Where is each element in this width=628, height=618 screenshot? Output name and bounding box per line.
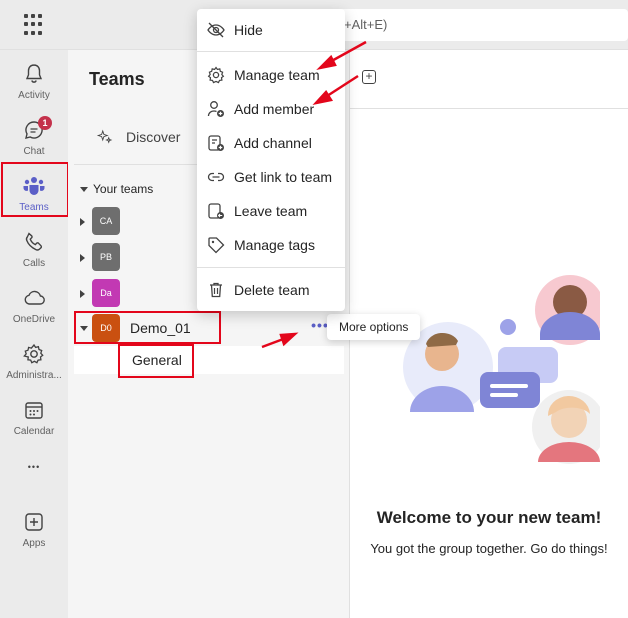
hide-icon	[207, 22, 225, 38]
trash-icon	[210, 282, 222, 298]
team-avatar: Da	[92, 279, 120, 307]
more-apps-button[interactable]: •••	[0, 454, 68, 482]
rail-item-label: Apps	[22, 538, 46, 549]
app-launcher-icon[interactable]	[24, 14, 46, 36]
team-context-menu: Hide Manage team Add member Add channel …	[197, 9, 345, 311]
rail-item-label: Calls	[22, 258, 46, 269]
more-options-tooltip: More options	[327, 314, 421, 340]
rail-item-apps[interactable]: Apps	[0, 504, 68, 560]
rail-item-label: Administra...	[6, 370, 62, 381]
sparkle-icon	[96, 129, 113, 144]
menu-item-label: Add member	[234, 101, 315, 117]
phone-icon	[25, 232, 43, 251]
menu-item-label: Hide	[234, 22, 263, 38]
calendar-icon	[25, 402, 43, 419]
chat-unread-badge: 1	[38, 116, 52, 130]
rail-item-label: Activity	[18, 90, 50, 101]
search-shortcut-hint: +Alt+E)	[344, 17, 388, 32]
rail-item-label: OneDrive	[12, 314, 56, 325]
add-tab-button[interactable]: +	[362, 70, 376, 84]
menu-item-leave-team[interactable]: Leave team	[197, 194, 345, 228]
menu-item-label: Manage tags	[234, 237, 315, 253]
rail-item-onedrive[interactable]: OneDrive	[0, 280, 68, 336]
add-channel-icon	[208, 135, 224, 151]
menu-item-delete-team[interactable]: Delete team	[197, 273, 345, 307]
menu-divider	[197, 267, 345, 268]
leave-icon	[208, 203, 224, 219]
welcome-subtitle: You got the group together. Go do things…	[370, 541, 608, 556]
menu-item-label: Leave team	[234, 203, 308, 219]
bell-icon	[25, 64, 43, 83]
chevron-right-icon	[80, 254, 85, 262]
menu-item-hide[interactable]: Hide	[197, 13, 345, 47]
team-avatar: PB	[92, 243, 120, 271]
rail-item-administrator[interactable]: Administra...	[0, 336, 68, 392]
divider	[350, 108, 628, 109]
app-bar: Activity 1 Chat Teams Calls OneDrive Adm…	[0, 50, 68, 618]
discover-button[interactable]: Discover	[96, 128, 180, 146]
channel-row-general[interactable]: General	[74, 346, 344, 374]
your-teams-label: Your teams	[93, 182, 154, 196]
annotation-box-channel	[118, 344, 194, 378]
chevron-right-icon	[80, 290, 85, 298]
rail-item-activity[interactable]: Activity	[0, 56, 68, 112]
annotation-box-teams	[1, 162, 69, 217]
chevron-down-icon	[80, 186, 88, 192]
rail-item-chat[interactable]: 1 Chat	[0, 112, 68, 168]
add-app-icon	[25, 513, 43, 531]
rail-item-calls[interactable]: Calls	[0, 224, 68, 280]
page-title: Teams	[89, 69, 145, 89]
team-avatar: CA	[92, 207, 120, 235]
menu-item-label: Manage team	[234, 67, 320, 83]
welcome-title: Welcome to your new team!	[376, 508, 602, 527]
welcome-illustration	[403, 275, 600, 464]
add-person-icon	[207, 101, 224, 117]
admin-gear-icon	[23, 343, 44, 364]
link-icon	[207, 172, 225, 182]
menu-item-manage-tags[interactable]: Manage tags	[197, 228, 345, 262]
annotation-box-team	[74, 311, 221, 344]
gear-icon	[207, 66, 225, 84]
cloud-icon	[24, 290, 45, 305]
menu-item-manage-team[interactable]: Manage team	[197, 58, 345, 92]
menu-item-label: Get link to team	[234, 169, 333, 185]
menu-item-label: Add channel	[234, 135, 312, 151]
your-teams-header[interactable]: Your teams	[80, 182, 153, 196]
menu-item-add-member[interactable]: Add member	[197, 92, 345, 126]
rail-item-calendar[interactable]: Calendar	[0, 392, 68, 448]
menu-divider	[197, 51, 345, 52]
more-apps-glyph: •••	[27, 462, 41, 472]
tag-icon	[208, 237, 225, 254]
menu-item-get-link[interactable]: Get link to team	[197, 160, 345, 194]
menu-item-add-channel[interactable]: Add channel	[197, 126, 345, 160]
discover-label: Discover	[126, 129, 181, 145]
rail-item-label: Chat	[23, 146, 45, 157]
rail-item-label: Calendar	[13, 426, 55, 437]
menu-item-label: Delete team	[234, 282, 310, 298]
chevron-right-icon	[80, 218, 85, 226]
